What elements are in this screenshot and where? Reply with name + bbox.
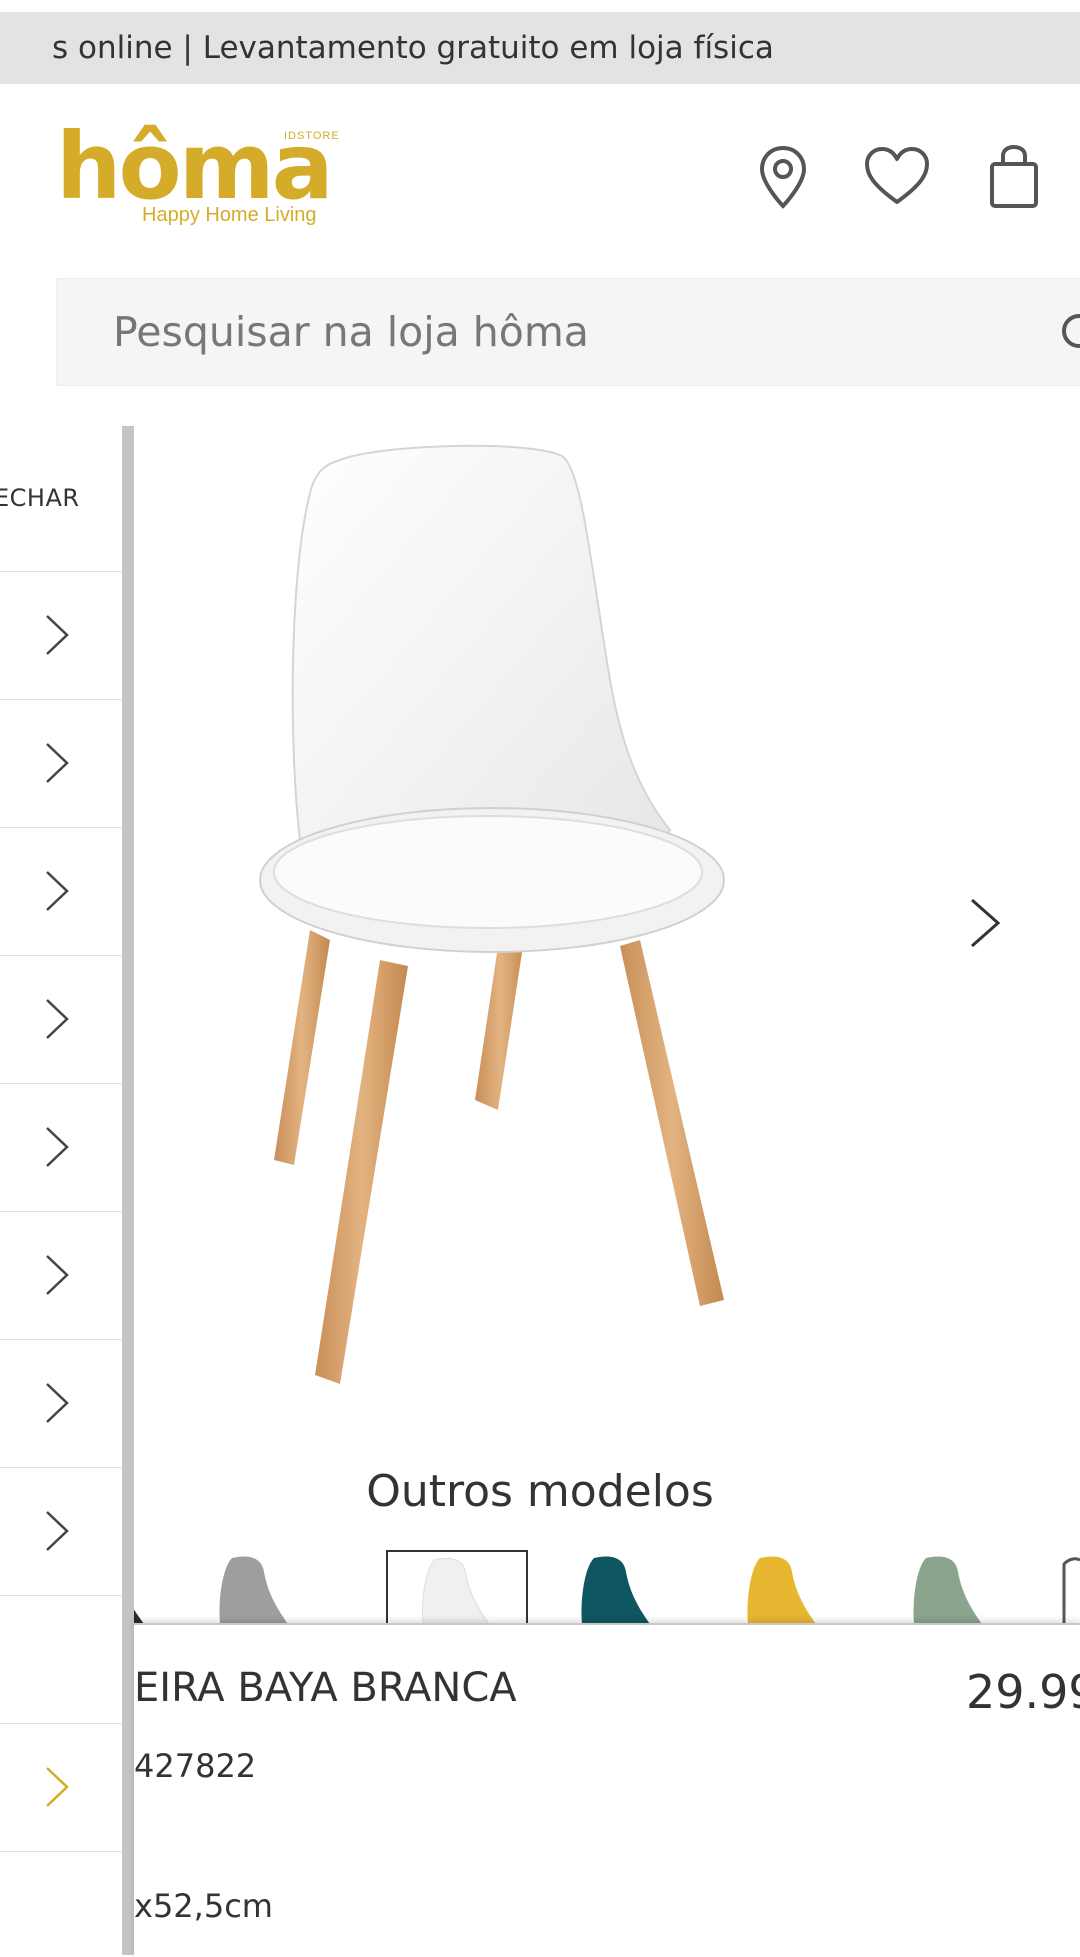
- close-menu-button[interactable]: ECHAR: [0, 426, 122, 572]
- product-dimensions: x52,5cm: [134, 1887, 273, 1925]
- menu-item[interactable]: [0, 699, 122, 828]
- menu-item[interactable]: [0, 1851, 122, 1955]
- chevron-right-icon: [46, 1255, 69, 1295]
- location-pin-icon[interactable]: [748, 142, 818, 212]
- side-menu-drawer: ECHAR: [0, 426, 122, 1955]
- menu-item[interactable]: [0, 1339, 122, 1468]
- model-thumb-teal[interactable]: [552, 1550, 694, 1624]
- product-info-panel: EIRA BAYA BRANCA 29.99 427822 x52,5cm: [134, 1623, 1080, 1957]
- menu-item[interactable]: [0, 955, 122, 1084]
- chevron-right-icon: [46, 615, 69, 655]
- product-reference: 427822: [134, 1747, 257, 1785]
- menu-item[interactable]: [0, 1595, 122, 1724]
- menu-item[interactable]: [0, 571, 122, 700]
- chevron-right-icon: [46, 1767, 69, 1807]
- drawer-scrollbar[interactable]: [122, 426, 134, 1955]
- product-name: EIRA BAYA BRANCA: [134, 1665, 517, 1711]
- promo-bar: s online | Levantamento gratuito em loja…: [0, 12, 1080, 84]
- model-thumb-white[interactable]: [386, 1550, 528, 1624]
- menu-item[interactable]: [0, 1083, 122, 1212]
- chevron-right-icon: [46, 999, 69, 1039]
- gallery-next-arrow[interactable]: [968, 896, 1002, 950]
- product-image[interactable]: [230, 440, 830, 1400]
- search-icon[interactable]: [1057, 309, 1080, 357]
- model-thumb-grey[interactable]: [188, 1550, 330, 1624]
- model-thumb-black[interactable]: [134, 1550, 168, 1624]
- model-thumb-sage-green[interactable]: [884, 1550, 1026, 1624]
- product-price: 29.99: [966, 1665, 1080, 1719]
- model-thumb-partial[interactable]: [1050, 1550, 1080, 1624]
- chevron-right-icon: [46, 871, 69, 911]
- chevron-right-icon: [46, 1511, 69, 1551]
- other-models-title: Outros modelos: [366, 1466, 714, 1517]
- menu-item[interactable]: [0, 827, 122, 956]
- logo-tagline: Happy Home Living: [142, 204, 317, 226]
- chevron-right-icon: [46, 743, 69, 783]
- logo-store-badge: IDSTORE: [284, 130, 340, 142]
- logo[interactable]: hôma IDSTORE Happy Home Living: [56, 121, 346, 232]
- menu-item[interactable]: [0, 1211, 122, 1340]
- shopping-bag-icon[interactable]: [978, 142, 1048, 212]
- model-thumb-yellow[interactable]: [718, 1550, 860, 1624]
- model-thumbnails: [134, 1550, 1080, 1624]
- close-menu-label: ECHAR: [0, 484, 80, 512]
- menu-item-highlighted[interactable]: [0, 1723, 122, 1852]
- search-bar[interactable]: Pesquisar na loja hôma: [56, 278, 1080, 386]
- search-input[interactable]: Pesquisar na loja hôma: [113, 279, 589, 385]
- menu-item[interactable]: [0, 1467, 122, 1596]
- promo-text: s online | Levantamento gratuito em loja…: [52, 30, 774, 66]
- chevron-right-icon: [46, 1127, 69, 1167]
- site-header: hôma IDSTORE Happy Home Living: [0, 84, 1080, 280]
- chevron-right-icon: [46, 1383, 69, 1423]
- heart-icon[interactable]: [862, 142, 932, 212]
